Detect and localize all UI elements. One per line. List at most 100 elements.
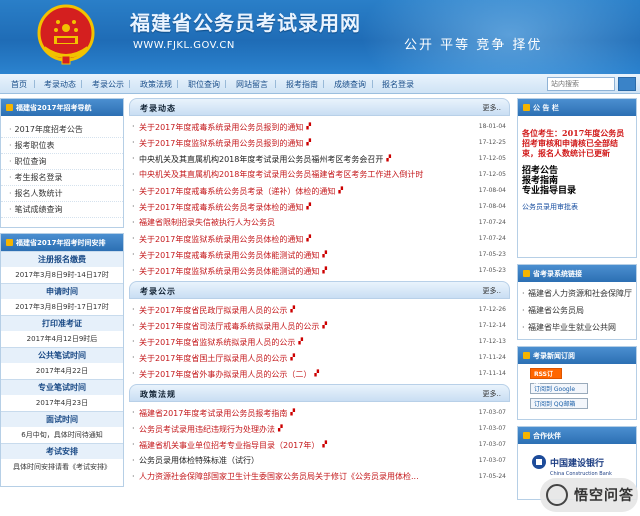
section-dynamics: 考录动态 更多.. 关于2017年度戒毒系统录用公务员报到的通知▞18-01-0… (129, 98, 510, 281)
schedule-item-date: 2017年3月8日9时-17日17时 (15, 303, 109, 311)
search-input[interactable] (547, 77, 615, 91)
news-item[interactable]: 福建省2017年度考试录用公务员报考指南▞ 17-03-07 (129, 405, 510, 421)
site-url: WWW.FJKL.GOV.CN (133, 40, 235, 51)
search-button[interactable] (618, 77, 636, 91)
more-link[interactable]: 更多.. (483, 389, 501, 399)
nav-message[interactable]: 网站留言 (236, 79, 268, 90)
qq-subscribe-button[interactable]: 订阅到 QQ邮箱 (530, 398, 588, 409)
news-item[interactable]: 关于2017年度省司法厅戒毒系统拟录用人员的公示▞ 17-12-14 (129, 318, 510, 334)
news-item[interactable]: 关于2017年度监狱系统录用公务员报到的通知▞ 17-12-25 (129, 135, 510, 151)
news-title[interactable]: 关于2017年度监狱系统录用公务员体检的通知 (139, 235, 303, 244)
external-link[interactable]: 福建省毕业生就业公共网 (518, 319, 636, 336)
news-title[interactable]: 关于2017年度省司法厅戒毒系统拟录用人员的公示 (139, 322, 319, 331)
news-item[interactable]: 关于2017年度省民政厅拟录用人员的公示▞ 17-12-26 (129, 302, 510, 318)
partner-name: 中国建设银行 (550, 458, 605, 469)
schedule-item-title: 考试安排 (1, 443, 123, 459)
notice-header: 公 告 栏 (518, 99, 636, 116)
google-subscribe-button[interactable]: 订阅到 Google (530, 383, 588, 394)
news-item[interactable]: 关于2017年度监狱系统录用公务员体检的通知▞ 17-07-24 (129, 231, 510, 247)
news-title[interactable]: 关于2017年度戒毒系统录用公务员报到的通知 (139, 123, 303, 132)
nav-position-query[interactable]: 职位查询 (188, 79, 220, 90)
ccb-partner-link[interactable]: 中国建设银行 (532, 454, 636, 470)
new-badge-icon: ▞ (298, 338, 303, 345)
nav-policy[interactable]: 政策法规 (140, 79, 172, 90)
section-header: 考录动态 更多.. (129, 98, 510, 116)
news-title[interactable]: 福建省机关事业单位招考专业指导目录（2017年） (139, 441, 319, 450)
news-item[interactable]: 关于2017年度戒毒系统公务员考录（递补）体检的通知▞ 17-08-04 (129, 183, 510, 199)
guide-item[interactable]: 职位查询 (1, 154, 123, 170)
news-date: 17-05-23 (478, 251, 506, 258)
news-title[interactable]: 关于2017年度监狱系统录用公务员体能测试的通知 (139, 267, 319, 276)
bullet-icon (523, 352, 530, 359)
news-title[interactable]: 人力资源社会保障部国家卫生计生委国家公务员局关于修订《公务员录用体检... (139, 472, 419, 481)
news-title[interactable]: 中央机关及其直属机构2018年度考试录用公务员福建省考区考务工作进入倒计时 (139, 170, 423, 179)
news-title[interactable]: 中央机关及其直属机构2018年度考试录用公务员福州考区考务会召开 (139, 155, 383, 164)
news-title[interactable]: 关于2017年度戒毒系统公务员考录（递补）体检的通知 (139, 187, 335, 196)
news-title[interactable]: 关于2017年度监狱系统录用公务员报到的通知 (139, 139, 303, 148)
external-link[interactable]: 福建省公务员局 (518, 302, 636, 319)
external-link[interactable]: 福建省人力资源和社会保障厅 (518, 285, 636, 302)
nav-home[interactable]: 首页 (11, 79, 27, 90)
news-item[interactable]: 关于2017年度戒毒系统录用公务员报到的通知▞ 18-01-04 (129, 119, 510, 135)
news-title[interactable]: 关于2017年度戒毒系统公务员考录体检的通知 (139, 203, 303, 212)
nav-login[interactable]: 报名登录 (382, 79, 414, 90)
news-item[interactable]: 关于2017年度省外事办拟录用人员的公示（二）▞ 17-11-14 (129, 366, 510, 382)
watermark-text: 悟空问答 (574, 488, 634, 504)
wukong-logo-icon (546, 484, 568, 506)
news-item[interactable]: 福建省机关事业单位招考专业指导目录（2017年）▞ 17-03-07 (129, 437, 510, 453)
national-emblem-icon (37, 4, 95, 65)
subscribe-header: 考录新闻订阅 (518, 347, 636, 364)
bullet-icon (523, 270, 530, 277)
news-date: 17-07-24 (478, 219, 506, 226)
guide-item[interactable]: 考生报名登录 (1, 170, 123, 186)
schedule-item-title: 打印准考证 (1, 315, 123, 331)
guide-item[interactable]: 报考职位表 (1, 138, 123, 154)
nav-score-query[interactable]: 成绩查询 (334, 79, 366, 90)
news-title[interactable]: 公务员录用体检特殊标准（试行） (139, 456, 259, 465)
news-item[interactable]: 关于2017年度戒毒系统录用公务员体能测试的通知▞ 17-05-23 (129, 247, 510, 263)
new-badge-icon: ▞ (338, 187, 343, 194)
news-date: 17-03-07 (478, 409, 506, 416)
news-item[interactable]: 关于2017年度监狱系统录用公务员体能测试的通知▞ 17-05-23 (129, 263, 510, 279)
news-title[interactable]: 福建省限制招录失信被执行人为公务员 (139, 218, 275, 227)
news-title[interactable]: 关于2017年度省外事办拟录用人员的公示（二） (139, 370, 311, 379)
site-slogan: 公开 平等 竞争 择优 (404, 38, 543, 53)
guide-item[interactable]: 报名人数统计 (1, 186, 123, 202)
news-date: 17-03-07 (478, 425, 506, 432)
news-item[interactable]: 公务员考试录用违纪违规行为处理办法▞ 17-03-07 (129, 421, 510, 437)
news-item[interactable]: 人力资源社会保障部国家卫生计生委国家公务员局关于修订《公务员录用体检... 17-… (129, 469, 510, 485)
notice-link-item[interactable]: 报考指南 (518, 176, 636, 186)
news-item[interactable]: 公务员录用体检特殊标准（试行） 17-03-07 (129, 453, 510, 469)
news-title[interactable]: 关于2017年度戒毒系统录用公务员体能测试的通知 (139, 251, 319, 260)
notice-link-item[interactable]: 招考公告 (518, 166, 636, 176)
news-item[interactable]: 关于2017年度戒毒系统公务员考录体检的通知▞ 17-08-04 (129, 199, 510, 215)
notice-link-item[interactable]: 专业指导目录 (518, 186, 636, 196)
more-link[interactable]: 更多.. (483, 103, 501, 113)
nav-dynamics[interactable]: 考录动态 (44, 79, 76, 90)
links-header: 省考录系统链接 (518, 265, 636, 282)
guide-item[interactable]: 2017年度招考公告 (1, 122, 123, 138)
news-item[interactable]: 中央机关及其直属机构2018年度考试录用公务员福州考区考务会召开▞ 17-12-0… (129, 151, 510, 167)
news-item[interactable]: 关于2017年度省国土厅拟录用人员的公示▞ 17-11-24 (129, 350, 510, 366)
approval-form-link[interactable]: 公务员录用审批表 (518, 196, 636, 218)
news-title[interactable]: 福建省2017年度考试录用公务员报考指南 (139, 409, 287, 418)
center-column: 考录动态 更多.. 关于2017年度戒毒系统录用公务员报到的通知▞18-01-0… (129, 98, 510, 487)
schedule-item-title: 注册报名缴费 (1, 251, 123, 267)
more-link[interactable]: 更多.. (483, 286, 501, 296)
rss-button[interactable]: RSS订阅 (530, 368, 562, 389)
nav-publicity[interactable]: 考录公示 (92, 79, 124, 90)
news-item[interactable]: 中央机关及其直属机构2018年度考试录用公务员福建省考区考务工作进入倒计时 17-… (129, 167, 510, 183)
news-title[interactable]: 公务员考试录用违纪违规行为处理办法 (139, 425, 275, 434)
news-title[interactable]: 关于2017年度省民政厅拟录用人员的公示 (139, 306, 287, 315)
nav-guide[interactable]: 报考指南 (286, 79, 318, 90)
news-title[interactable]: 关于2017年度省监狱系统拟录用人员的公示 (139, 338, 295, 347)
new-badge-icon: ▞ (314, 370, 319, 377)
nav-separator: | (33, 79, 36, 88)
news-item[interactable]: 关于2017年度省监狱系统拟录用人员的公示▞ 17-12-13 (129, 334, 510, 350)
news-title[interactable]: 关于2017年度省国土厅拟录用人员的公示 (139, 354, 287, 363)
news-date: 18-01-04 (478, 123, 506, 130)
links-box: 省考录系统链接 福建省人力资源和社会保障厅 福建省公务员局 福建省毕业生就业公共… (517, 264, 637, 340)
notice-title: 公 告 栏 (533, 104, 559, 112)
guide-item[interactable]: 笔试成绩查询 (1, 202, 123, 218)
news-item[interactable]: 福建省限制招录失信被执行人为公务员 17-07-24 (129, 215, 510, 231)
